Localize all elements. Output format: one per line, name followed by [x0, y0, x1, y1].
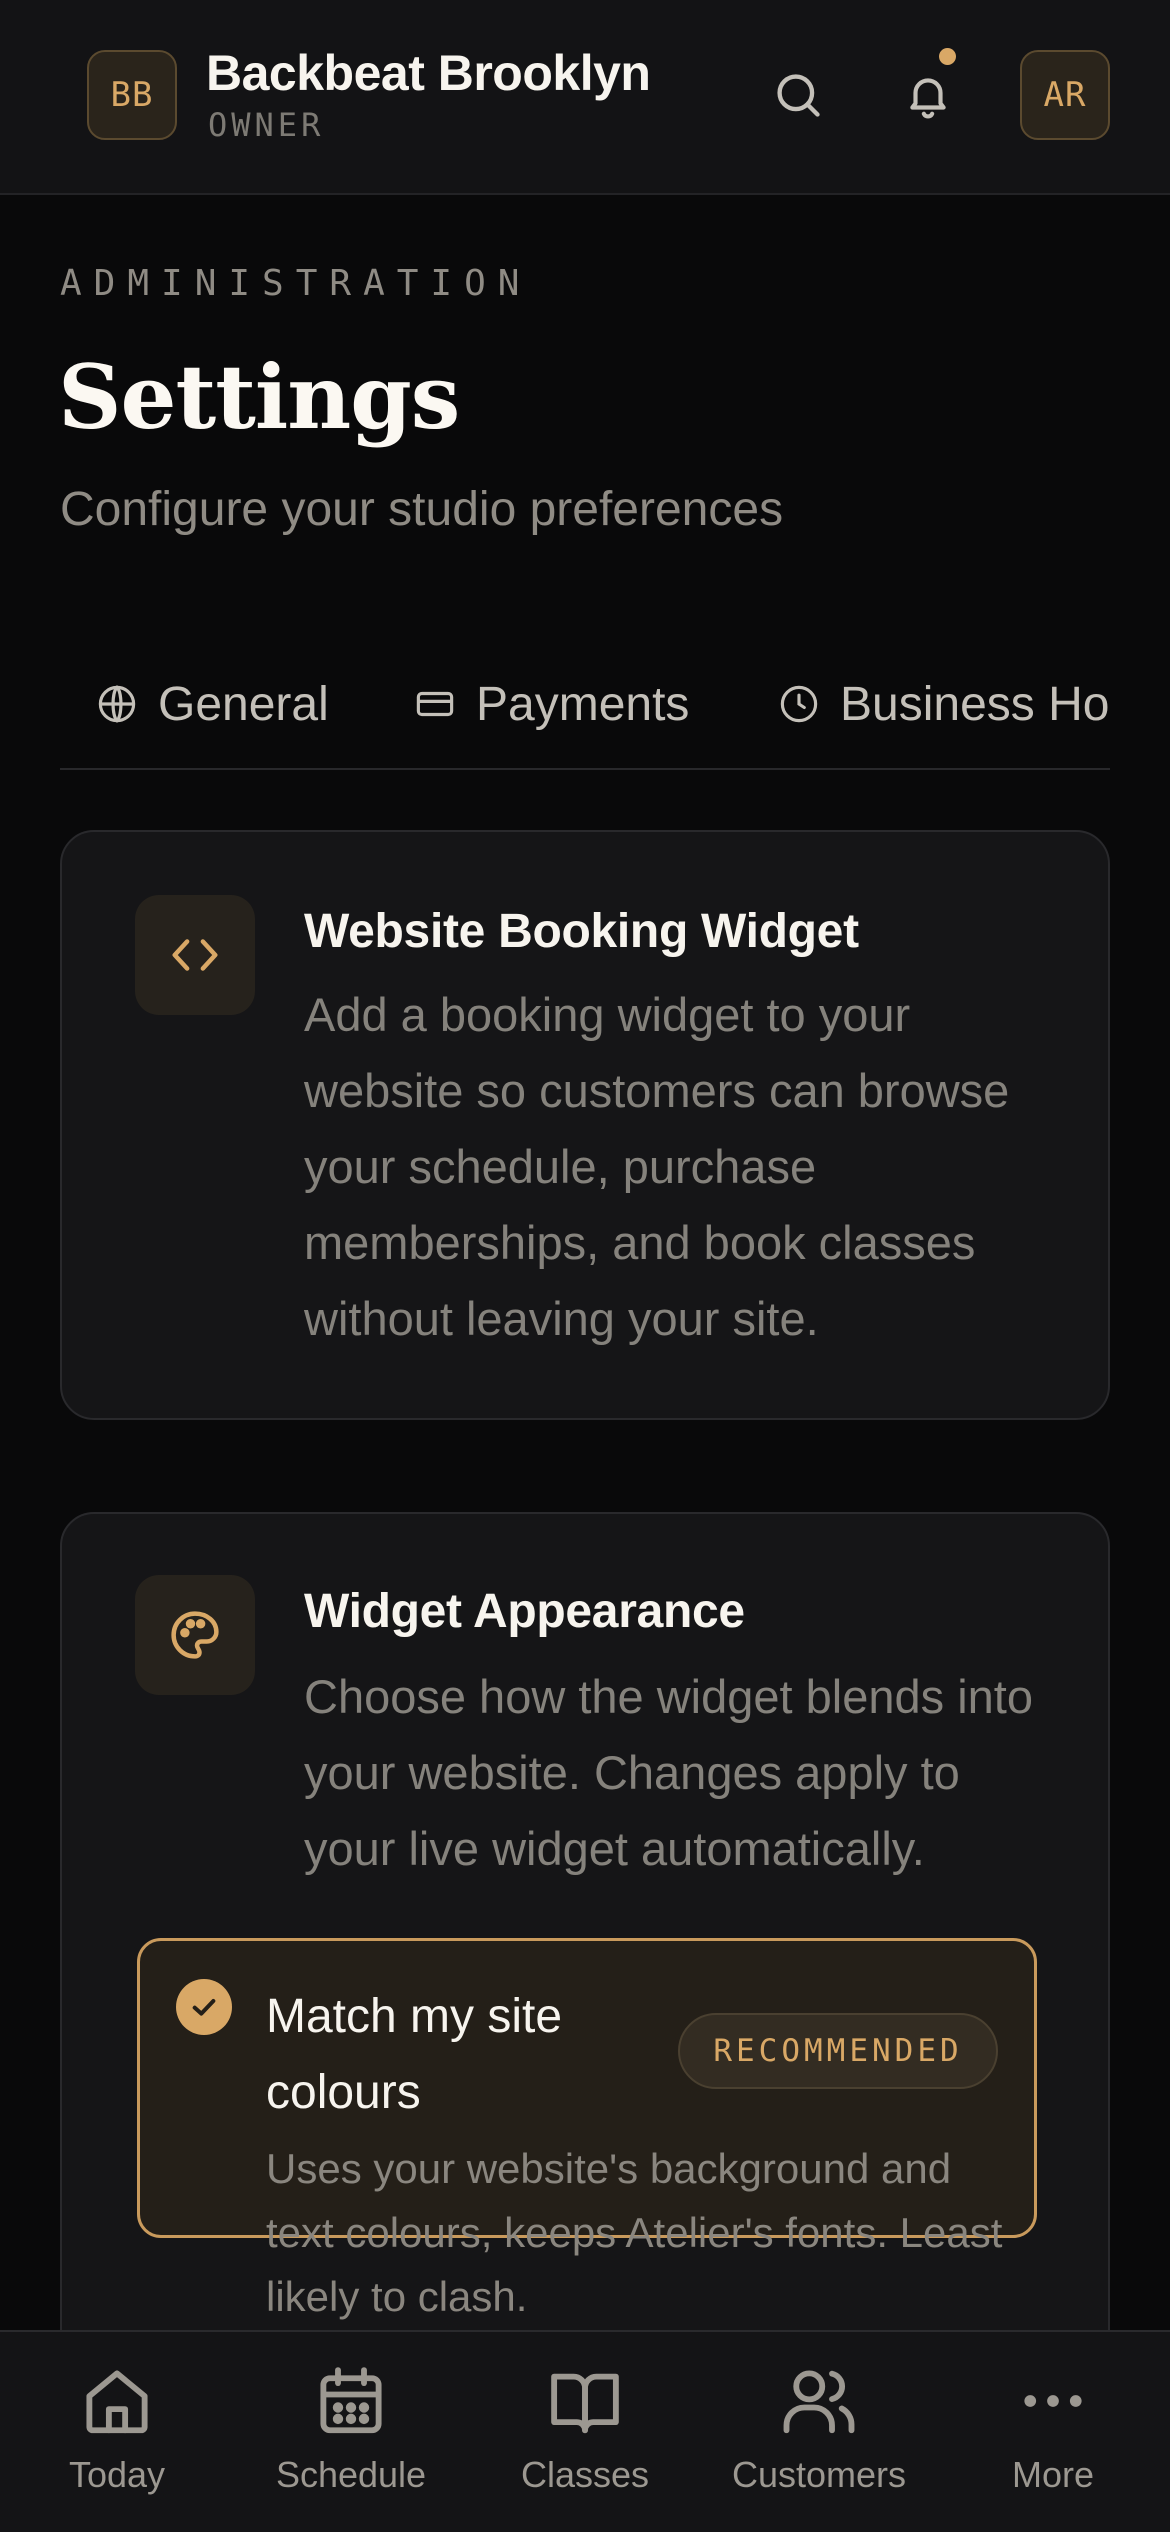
- widget-appearance-card: Widget Appearance Choose how the widget …: [60, 1512, 1110, 2412]
- notification-dot: [939, 48, 956, 65]
- booking-widget-card: Website Booking Widget Add a booking wid…: [60, 830, 1110, 1420]
- code-icon: [172, 939, 218, 971]
- user-role: OWNER: [208, 106, 325, 144]
- nav-customers[interactable]: Customers: [719, 2362, 919, 2496]
- card-title: Widget Appearance: [304, 1585, 745, 1638]
- page-subtitle: Configure your studio preferences: [60, 483, 784, 536]
- nav-today[interactable]: Today: [17, 2362, 217, 2496]
- user-avatar[interactable]: AR: [1020, 50, 1110, 140]
- settings-tabs: General Payments Business Ho: [60, 660, 1110, 770]
- option-title: Match my site colours: [266, 1990, 563, 2119]
- more-icon: [1024, 2395, 1082, 2407]
- tab-payments[interactable]: Payments: [414, 660, 689, 748]
- page-title: Settings: [58, 345, 460, 449]
- card-icon-box: [135, 895, 255, 1015]
- search-icon: [777, 74, 820, 117]
- calendar-icon: [320, 2367, 382, 2434]
- globe-icon: [98, 685, 136, 723]
- home-icon: [86, 2370, 148, 2434]
- nav-more[interactable]: More: [953, 2362, 1153, 2496]
- settings-page: BB Backbeat Brooklyn OWNER AR ADMINISTRA…: [0, 0, 1170, 2532]
- nav-classes[interactable]: Classes: [485, 2362, 685, 2496]
- selected-check: [176, 1979, 232, 2035]
- section-eyebrow: ADMINISTRATION: [60, 263, 532, 304]
- nav-customers-label: Customers: [731, 2454, 907, 2495]
- users-icon: [783, 2370, 855, 2434]
- bell-icon: [910, 78, 946, 119]
- studio-avatar[interactable]: BB: [87, 50, 177, 140]
- tab-general-label: General: [158, 677, 329, 731]
- tab-business-hours-label: Business Ho: [840, 677, 1110, 731]
- nav-schedule-label: Schedule: [275, 2454, 427, 2495]
- credit-card-icon: [416, 691, 454, 717]
- search-button[interactable]: [763, 60, 833, 130]
- palette-icon: [171, 1611, 219, 1659]
- nav-today-label: Today: [68, 2454, 166, 2495]
- check-icon: [192, 1999, 216, 2016]
- nav-schedule[interactable]: Schedule: [251, 2362, 451, 2496]
- nav-classes-label: Classes: [520, 2454, 650, 2495]
- option-description: Uses your website's background and text …: [266, 2145, 1003, 2320]
- notifications-button[interactable]: [893, 60, 963, 130]
- studio-name[interactable]: Backbeat Brooklyn: [206, 44, 651, 102]
- card-title: Website Booking Widget: [304, 905, 859, 958]
- app-header: BB Backbeat Brooklyn OWNER AR: [0, 0, 1170, 195]
- match-site-colours-option[interactable]: Match my site colours RECOMMENDED Uses y…: [137, 1938, 1037, 2320]
- book-icon: [551, 2373, 619, 2434]
- tab-business-hours[interactable]: Business Ho: [778, 660, 1109, 748]
- clock-icon: [780, 685, 818, 723]
- nav-more-label: More: [1011, 2454, 1095, 2495]
- tab-general[interactable]: General: [96, 660, 329, 748]
- recommended-badge: RECOMMENDED: [678, 2013, 998, 2089]
- card-description: Add a booking widget to your website so …: [304, 988, 1010, 1345]
- bottom-nav: Today Schedule Classes Customers More: [0, 2330, 1170, 2532]
- card-icon-box: [135, 1575, 255, 1695]
- tab-payments-label: Payments: [476, 677, 690, 731]
- card-description: Choose how the widget blends into your w…: [304, 1670, 1033, 1875]
